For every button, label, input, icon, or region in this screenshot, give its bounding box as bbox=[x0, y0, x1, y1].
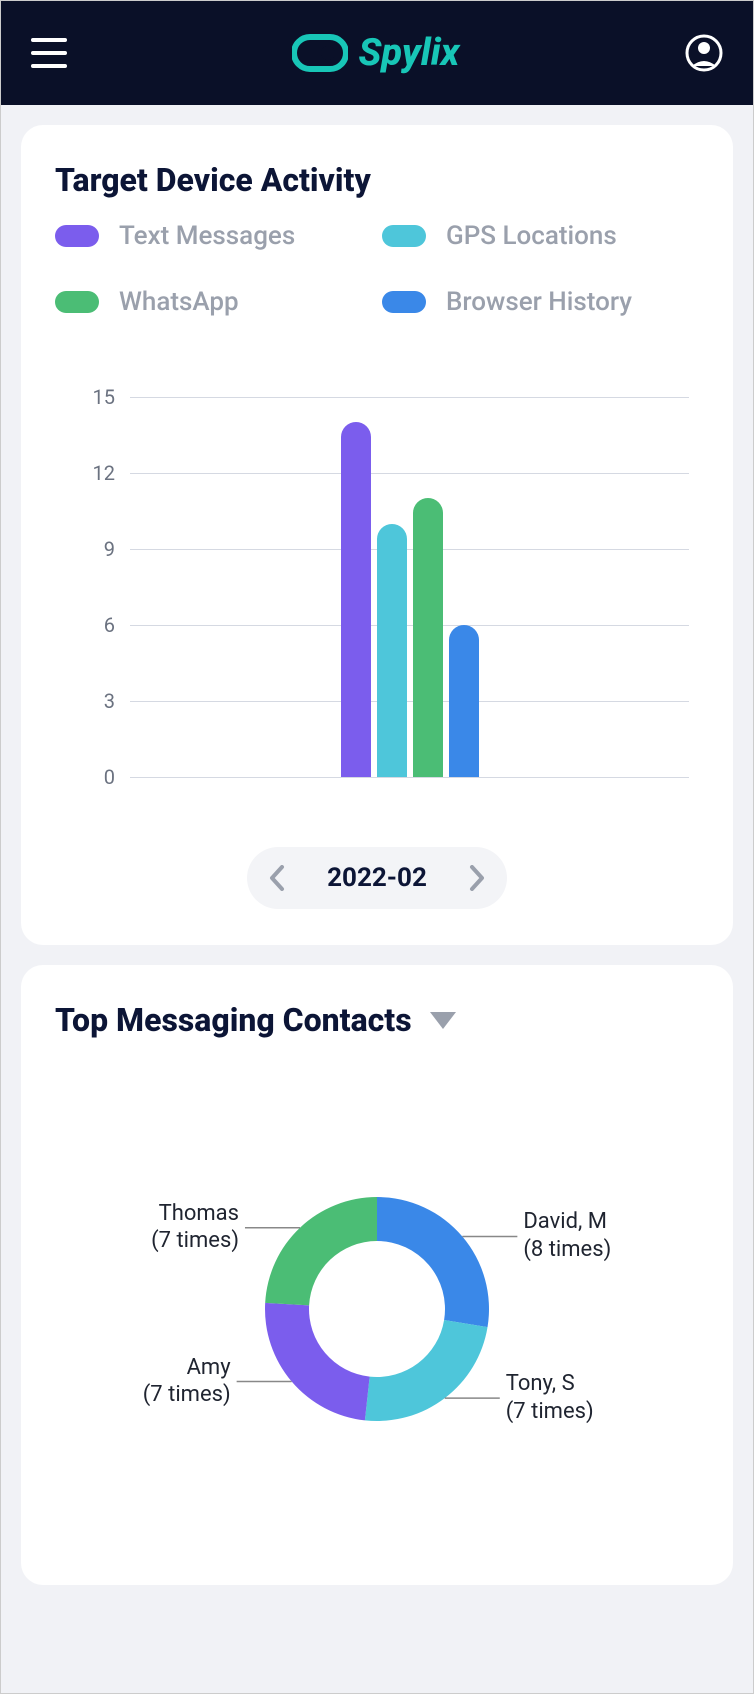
chevron-left-icon[interactable] bbox=[269, 865, 285, 891]
legend-swatch bbox=[382, 225, 426, 247]
activity-card: Target Device Activity Text Messages GPS … bbox=[21, 125, 733, 945]
contact-name: David, M bbox=[523, 1208, 611, 1236]
legend-item-browser-history[interactable]: Browser History bbox=[382, 287, 699, 317]
menu-icon[interactable] bbox=[31, 38, 67, 68]
app-header: Spylix bbox=[1, 1, 753, 105]
legend-label: Browser History bbox=[446, 287, 632, 317]
brand-logo[interactable]: Spylix bbox=[292, 31, 459, 75]
activity-title: Target Device Activity bbox=[55, 161, 699, 199]
contact-name: Thomas bbox=[151, 1200, 239, 1228]
legend-item-gps-locations[interactable]: GPS Locations bbox=[382, 221, 699, 251]
activity-legend: Text Messages GPS Locations WhatsApp Browse… bbox=[55, 221, 699, 317]
date-selector: 2022-02 bbox=[247, 847, 507, 909]
contacts-title: Top Messaging Contacts bbox=[55, 1001, 412, 1039]
legend-swatch bbox=[55, 291, 99, 313]
contact-name: Tony, S bbox=[506, 1370, 594, 1398]
contact-count: (7 times) bbox=[506, 1398, 594, 1426]
legend-label: WhatsApp bbox=[119, 287, 239, 317]
activity-bar-chart: 15129630 bbox=[75, 397, 689, 777]
donut-label: Amy(7 times) bbox=[143, 1354, 231, 1409]
contacts-donut-chart: David, M(8 times)Tony, S(7 times)Amy(7 t… bbox=[55, 1129, 699, 1489]
contact-name: Amy bbox=[143, 1354, 231, 1382]
profile-icon[interactable] bbox=[685, 34, 723, 72]
bar-whatsapp bbox=[413, 498, 443, 777]
donut-label: Thomas(7 times) bbox=[151, 1200, 239, 1255]
donut-leader-lines bbox=[55, 1129, 699, 1489]
legend-item-text-messages[interactable]: Text Messages bbox=[55, 221, 372, 251]
donut-label: David, M(8 times) bbox=[523, 1208, 611, 1263]
legend-swatch bbox=[55, 225, 99, 247]
contact-count: (7 times) bbox=[151, 1227, 239, 1255]
chevron-right-icon[interactable] bbox=[469, 865, 485, 891]
bar-text-messages bbox=[341, 422, 371, 777]
legend-label: Text Messages bbox=[119, 221, 295, 251]
legend-label: GPS Locations bbox=[446, 221, 617, 251]
contacts-card: Top Messaging Contacts David, M(8 times)… bbox=[21, 965, 733, 1585]
bar-browser-history bbox=[449, 625, 479, 777]
legend-swatch bbox=[382, 291, 426, 313]
contact-count: (7 times) bbox=[143, 1381, 231, 1409]
legend-item-whatsapp[interactable]: WhatsApp bbox=[55, 287, 372, 317]
brand-logo-icon bbox=[292, 33, 348, 73]
donut-label: Tony, S(7 times) bbox=[506, 1370, 594, 1425]
bar-gps-locations bbox=[377, 524, 407, 777]
date-label: 2022-02 bbox=[327, 863, 427, 893]
dropdown-icon[interactable] bbox=[430, 1012, 456, 1029]
contact-count: (8 times) bbox=[523, 1236, 611, 1264]
brand-name: Spylix bbox=[358, 31, 459, 75]
grid-line bbox=[130, 777, 689, 778]
